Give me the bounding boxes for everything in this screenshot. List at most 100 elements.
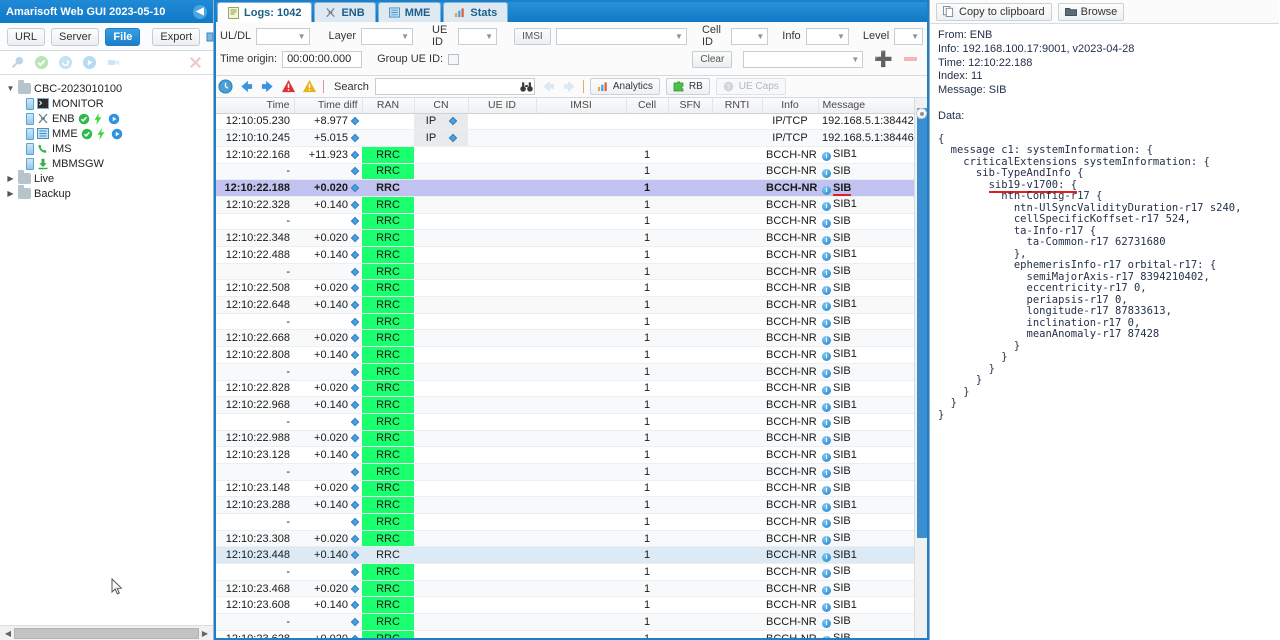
refresh-icon[interactable]: [58, 55, 73, 70]
export-button[interactable]: Export: [152, 27, 201, 46]
tree-item-backup[interactable]: ▶ Backup: [0, 185, 213, 201]
copy-to-clipboard-button[interactable]: Copy to clipboard: [936, 2, 1052, 21]
tab-logs[interactable]: Logs: 1042: [217, 2, 313, 22]
table-row[interactable]: 12:10:22.328 +0.140 RRC 1 BCCH-NR i SIB1: [214, 196, 914, 214]
ue-id-select[interactable]: ▼: [458, 27, 498, 45]
tab-stats[interactable]: Stats: [443, 2, 509, 22]
rb-button[interactable]: RB: [665, 78, 710, 95]
scroll-left-arrow-icon[interactable]: ◀: [2, 629, 14, 638]
arrow-right-blue-icon[interactable]: [260, 79, 275, 94]
tab-url[interactable]: URL: [7, 27, 46, 46]
table-row[interactable]: - RRC 1 BCCH-NR i SIB: [214, 313, 914, 331]
resize-knob[interactable]: [916, 108, 927, 119]
tree-item-monitor[interactable]: MONITOR: [0, 96, 213, 111]
column-header-time[interactable]: Time: [214, 98, 295, 114]
expand-arrow-icon[interactable]: ▼: [6, 84, 15, 93]
table-row[interactable]: 12:10:22.668 +0.020 RRC 1 BCCH-NR i SIB: [214, 329, 914, 348]
minus-red-icon[interactable]: [904, 57, 917, 61]
tab-mme[interactable]: MME: [377, 2, 442, 22]
table-row[interactable]: - RRC 1 BCCH-NR i SIB: [214, 213, 914, 231]
lightning-icon[interactable]: [96, 127, 108, 140]
error-triangle-icon[interactable]: [281, 79, 296, 94]
layer-select[interactable]: ▼: [361, 27, 413, 45]
arrow-right-disabled-icon[interactable]: [562, 79, 577, 94]
table-row[interactable]: 12:10:22.188 +0.020 RRC 1 BCCH-NR i SIB: [214, 179, 914, 197]
check-green-icon[interactable]: [81, 128, 93, 140]
play-circle-icon[interactable]: [82, 55, 97, 70]
table-row[interactable]: - RRC 1 BCCH-NR i SIB: [214, 413, 914, 431]
tree-item-enb[interactable]: ENB: [0, 111, 213, 126]
table-row[interactable]: 12:10:23.608 +0.140 RRC 1 BCCH-NR i SIB1: [214, 596, 914, 615]
table-row[interactable]: - RRC 1 BCCH-NR i SIB: [214, 363, 914, 381]
table-row[interactable]: - RRC 1 BCCH-NR i SIB: [214, 563, 914, 581]
table-row[interactable]: 12:10:05.230 +8.977 IP IP/TCP 192.168.5.1:38…: [214, 113, 914, 131]
tab-server[interactable]: Server: [51, 27, 100, 46]
column-header-cn[interactable]: CN: [414, 98, 469, 114]
column-header-info[interactable]: Info: [762, 98, 819, 114]
table-row[interactable]: - RRC 1 BCCH-NR i SIB: [214, 263, 914, 281]
cell-id-select[interactable]: ▼: [730, 27, 769, 45]
column-header-ran[interactable]: RAN: [362, 98, 415, 114]
log-table-vertical-scrollbar[interactable]: [914, 98, 929, 640]
table-row[interactable]: 12:10:23.628+0.020RRC 1 BCCH-NRiSIB: [214, 630, 914, 640]
level-select[interactable]: ▼: [894, 27, 923, 45]
play-blue-icon[interactable]: [108, 113, 120, 125]
imsi-button[interactable]: IMSI: [514, 27, 551, 45]
table-row[interactable]: 12:10:23.468 +0.020 RRC 1 BCCH-NR i SIB: [214, 580, 914, 598]
close-x-icon[interactable]: [188, 55, 203, 70]
table-row[interactable]: 12:10:10.245 +5.015 IP IP/TCP 192.168.5.1:38…: [214, 129, 914, 147]
tree-item-ims[interactable]: IMS: [0, 141, 213, 156]
clear-button[interactable]: Clear: [692, 50, 733, 68]
plus-icon[interactable]: [106, 55, 121, 70]
table-row[interactable]: 12:10:22.168 +11.923 RRC 1 BCCH-NR i SIB1: [214, 146, 914, 164]
tree-item-mbmsgw[interactable]: MBMSGW: [0, 156, 213, 171]
table-row[interactable]: 12:10:22.508 +0.020 RRC 1 BCCH-NR i SIB: [214, 279, 914, 298]
binoculars-icon[interactable]: [520, 81, 533, 93]
expand-arrow-icon[interactable]: ▶: [6, 174, 15, 183]
scrollbar-thumb[interactable]: [917, 108, 927, 538]
column-header-sfn[interactable]: SFN: [668, 98, 713, 114]
table-row[interactable]: 12:10:22.648 +0.140 RRC 1 BCCH-NR i SIB1: [214, 296, 914, 314]
table-row[interactable]: 12:10:22.988 +0.020 RRC 1 BCCH-NR i SIB: [214, 430, 914, 448]
lightning-icon[interactable]: [93, 112, 105, 125]
arrow-left-blue-icon[interactable]: [239, 79, 254, 94]
column-header-rnti[interactable]: RNTI: [712, 98, 763, 114]
tab-enb[interactable]: ENB: [314, 2, 376, 22]
browse-button[interactable]: Browse: [1057, 2, 1125, 21]
check-green-icon[interactable]: [78, 113, 90, 125]
table-row[interactable]: 12:10:22.808 +0.140 RRC 1 BCCH-NR i SIB1: [214, 346, 914, 364]
table-row[interactable]: 12:10:22.968 +0.140 RRC 1 BCCH-NR i SIB1: [214, 396, 914, 414]
table-row[interactable]: - RRC 1 BCCH-NR i SIB: [214, 513, 914, 531]
table-row[interactable]: 12:10:23.288 +0.140 RRC 1 BCCH-NR i SIB1: [214, 496, 914, 514]
tree-item-live[interactable]: ▶ Live: [0, 170, 213, 186]
tab-file[interactable]: File: [105, 27, 141, 46]
expand-arrow-icon[interactable]: ▶: [6, 189, 15, 198]
column-header-message[interactable]: Message: [818, 98, 914, 114]
sidebar-horizontal-scrollbar[interactable]: ◀ ▶: [0, 625, 213, 640]
scrollbar-thumb[interactable]: [14, 627, 199, 639]
analytics-button[interactable]: Analytics: [589, 78, 660, 95]
play-blue-icon[interactable]: [111, 128, 123, 140]
warning-triangle-icon[interactable]: [302, 79, 317, 94]
table-row[interactable]: 12:10:23.308 +0.020 RRC 1 BCCH-NR i SIB: [214, 530, 914, 548]
column-header-time-diff[interactable]: Time diff: [294, 98, 363, 114]
ul-dl-select[interactable]: ▼: [256, 27, 310, 45]
table-row[interactable]: 12:10:22.828 +0.020 RRC 1 BCCH-NR i SIB: [214, 380, 914, 398]
clock-icon[interactable]: [218, 79, 233, 94]
table-row[interactable]: 12:10:23.128 +0.140 RRC 1 BCCH-NR i SIB1: [214, 446, 914, 464]
table-row[interactable]: 12:10:23.448 +0.140 RRC 1 BCCH-NR i SIB1: [214, 546, 914, 565]
table-row[interactable]: 12:10:22.488 +0.140 RRC 1 BCCH-NR i SIB1: [214, 246, 914, 264]
tree-item-mme[interactable]: MME: [0, 126, 213, 141]
info-select[interactable]: ▼: [805, 27, 849, 45]
table-row[interactable]: - RRC 1 BCCH-NR i SIB: [214, 163, 914, 181]
check-circle-icon[interactable]: [34, 55, 49, 70]
scroll-right-arrow-icon[interactable]: ▶: [199, 629, 211, 638]
imsi-select[interactable]: ▼: [555, 27, 687, 45]
arrow-left-disabled-icon[interactable]: [541, 79, 556, 94]
column-header-cell[interactable]: Cell: [626, 98, 669, 114]
chevron-left-icon[interactable]: ◀: [193, 4, 207, 19]
search-input[interactable]: [374, 78, 535, 95]
group-ue-id-checkbox[interactable]: [448, 53, 460, 65]
time-origin-input[interactable]: 00:00:00.000: [282, 50, 363, 68]
column-header-ue-id[interactable]: UE ID: [468, 98, 537, 114]
